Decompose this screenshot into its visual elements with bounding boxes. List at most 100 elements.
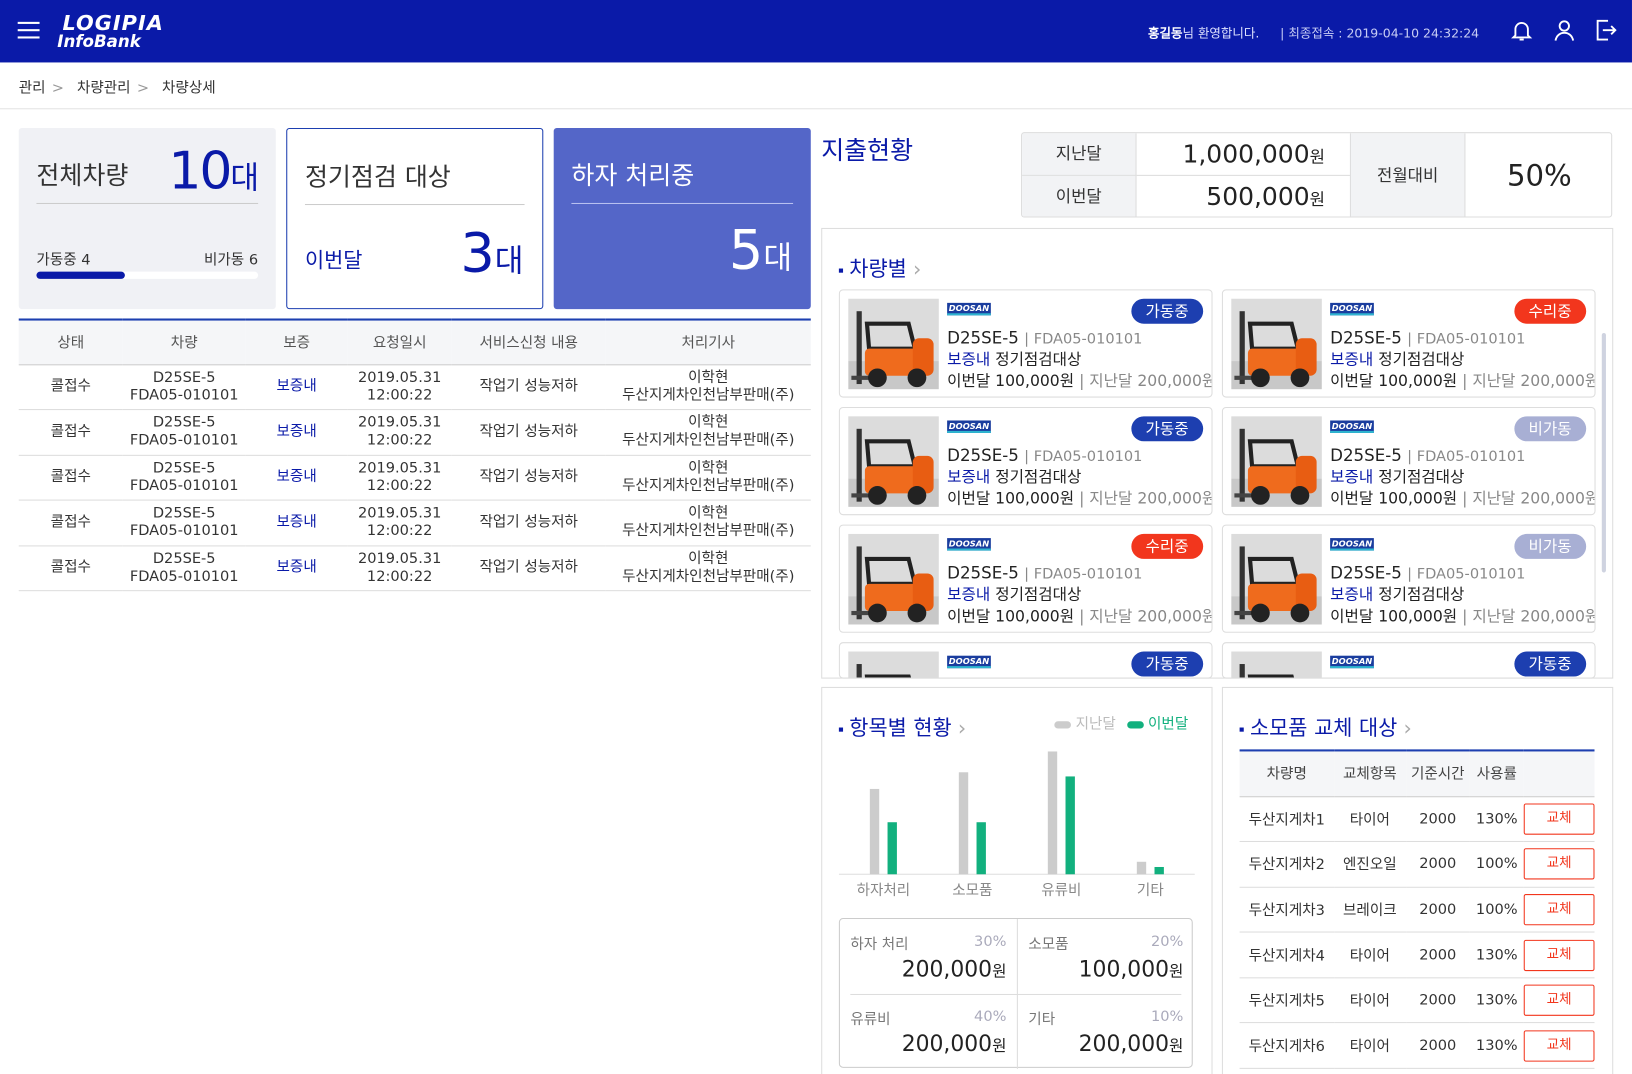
vehicle-model: D25SE-5 | FDA05-010101 <box>1330 327 1526 348</box>
vehicle-costs: 이번달 100,000원 | 지난달 200,000원 <box>1330 489 1596 508</box>
x-tick-label: 소모품 <box>952 882 992 899</box>
vehicle-card[interactable]: DOOSAN 가동중 <box>1221 642 1596 679</box>
vehicle-warranty: 보증내 정기점검대상 <box>947 584 1082 604</box>
vehicle-card[interactable]: DOOSAN 수리중 D25SE-5 | FDA05-010101 보증내 정기… <box>838 524 1213 633</box>
vehicle-warranty: 보증내 정기점검대상 <box>947 467 1082 487</box>
chart-bar <box>1065 776 1075 875</box>
column-header: 상태 <box>18 318 123 365</box>
status-badge: 비가동 <box>1513 416 1587 442</box>
vehicle-section-title[interactable]: 차량별 › <box>839 252 921 282</box>
status-badge: 가동중 <box>1130 298 1204 324</box>
vehicle-card[interactable]: DOOSAN 비가동 D25SE-5 | FDA05-010101 보증내 정기… <box>1221 406 1596 516</box>
card-title: 정기점검 대상 <box>304 162 451 192</box>
this-month-label: 이번달 <box>1022 175 1137 217</box>
vehicle-card[interactable]: DOOSAN 비가동 D25SE-5 | FDA05-010101 보증내 정기… <box>1221 524 1596 633</box>
action-cell: 교체 <box>1523 977 1595 1024</box>
welcome-suffix: 님 환영합니다. <box>1182 26 1260 41</box>
table-row: 두산지게차5 타이어 2000 130% 교체 <box>1239 977 1595 1024</box>
total-vehicles-card: 전체차량 10대 가동중 4 비가동 6 <box>18 128 276 310</box>
inspection-card[interactable]: 정기점검 대상 이번달 3대 <box>286 128 544 310</box>
usage-cell: 100% <box>1469 886 1524 933</box>
vehicle-card[interactable]: DOOSAN 가동중 D25SE-5 | FDA05-010101 보증내 정기… <box>838 406 1213 516</box>
table-row[interactable]: 콜접수 D25SE-5 FDA05-010101 보증내 2019.05.31 12… <box>18 454 811 501</box>
part-item-cell: 타이어 <box>1333 932 1406 979</box>
part-item-cell: 브레이크 <box>1333 886 1406 933</box>
vehicle-card[interactable]: DOOSAN 수리중 D25SE-5 | FDA05-010101 보증내 정기… <box>1221 289 1596 398</box>
action-cell: 교체 <box>1523 796 1595 843</box>
table-row[interactable]: 콜접수 D25SE-5 FDA05-010101 보증내 2019.05.31 12… <box>18 364 811 411</box>
vehicle-image <box>1231 416 1322 507</box>
breadcrumb-current: 차량상세 <box>162 80 216 97</box>
vehicle-cell: D25SE-5 FDA05-010101 <box>122 409 246 456</box>
content-cell: 작업기 성능저하 <box>451 364 606 411</box>
warranty-cell: 보증내 <box>245 364 348 411</box>
vehicle-list-scrollbar[interactable] <box>1601 333 1606 573</box>
legend-swatch-last <box>1054 720 1071 729</box>
datetime-cell: 2019.05.31 12:00:22 <box>347 545 452 592</box>
replace-button[interactable]: 교체 <box>1523 894 1595 926</box>
content-cell: 작업기 성능저하 <box>451 454 606 501</box>
table-row[interactable]: 콜접수 D25SE-5 FDA05-010101 보증내 2019.05.31 12… <box>18 409 811 456</box>
logout-icon[interactable] <box>1593 18 1618 43</box>
breadcrumb-item[interactable]: 차량관리 <box>77 80 131 97</box>
forklift-icon <box>1231 298 1322 390</box>
user-icon[interactable] <box>1552 18 1577 43</box>
vehicle-costs: 이번달 100,000원 | 지난달 200,000원 <box>1330 606 1596 626</box>
brand-logo: DOOSAN <box>947 420 991 433</box>
replace-button[interactable]: 교체 <box>1523 803 1595 835</box>
content-cell: 작업기 성능저하 <box>451 409 606 456</box>
vehicle-image <box>848 533 939 625</box>
action-cell: 교체 <box>1523 886 1595 933</box>
vehicle-warranty: 보증내 정기점검대상 <box>947 349 1082 369</box>
summary-cell: 하자 처리 30% 200,000원 <box>850 933 1007 982</box>
vehicle-card[interactable]: DOOSAN 가동중 D25SE-5 | FDA05-010101 보증내 정기… <box>838 289 1213 398</box>
parts-section-title[interactable]: 소모품 교체 대상 › <box>1240 711 1412 741</box>
forklift-icon <box>1231 416 1322 507</box>
vehicle-card[interactable]: DOOSAN 가동중 <box>838 642 1213 679</box>
defect-card[interactable]: 하자 처리중 5대 <box>553 128 811 310</box>
replace-button[interactable]: 교체 <box>1523 1030 1595 1062</box>
replace-button[interactable]: 교체 <box>1523 939 1595 971</box>
compare-value: 50% <box>1506 158 1572 193</box>
status-cell: 콜접수 <box>18 364 123 411</box>
bell-icon[interactable] <box>1509 18 1534 43</box>
part-item-cell: 타이어 <box>1333 977 1406 1024</box>
technician-cell: 이학현 두산지게차인천남부판매(주) <box>605 500 811 546</box>
vehicle-model: D25SE-5 | FDA05-010101 <box>947 563 1143 583</box>
user-name: 홍길동 <box>1148 26 1183 41</box>
chart-bar <box>887 822 897 875</box>
table-row: 두산지게차3 브레이크 2000 100% 교체 <box>1239 886 1595 933</box>
table-row[interactable]: 콜접수 D25SE-5 FDA05-010101 보증내 2019.05.31 12… <box>18 500 811 546</box>
replace-button[interactable]: 교체 <box>1523 848 1595 880</box>
top-header: LOGIPIA InfoBank 홍길동님 환영합니다. | 최종접속 : 20… <box>0 0 1632 63</box>
items-section-title[interactable]: 항목별 현황 › <box>839 711 966 741</box>
card-title: 전체차량 <box>36 161 129 191</box>
chart-bar <box>1154 866 1164 875</box>
divider <box>0 108 1632 110</box>
action-cell: 교체 <box>1523 932 1595 979</box>
menu-icon[interactable] <box>17 21 40 39</box>
datetime-cell: 2019.05.31 12:00:22 <box>347 409 452 456</box>
forklift-icon <box>848 416 939 507</box>
expense-summary: 지난달 1,000,000원 이번달 500,000원 전월대비 50% <box>1021 132 1613 218</box>
logo-subtext[interactable]: InfoBank <box>57 31 141 51</box>
base-hours-cell: 2000 <box>1405 1023 1470 1069</box>
content-cell: 작업기 성능저하 <box>451 500 606 546</box>
active-progress-bar <box>36 271 259 279</box>
column-header: 교체항목 <box>1333 749 1406 797</box>
column-header: 차량 <box>122 318 246 365</box>
breadcrumb-item[interactable]: 관리 <box>19 80 46 97</box>
vehicle-model: D25SE-5 | FDA05-010101 <box>1330 563 1526 583</box>
replace-button[interactable]: 교체 <box>1523 984 1595 1016</box>
total-count: 10대 <box>168 140 259 201</box>
inspection-count: 3대 <box>460 222 524 286</box>
welcome-message: 홍길동님 환영합니다. <box>1148 24 1259 42</box>
technician-cell: 이학현 두산지게차인천남부판매(주) <box>605 364 811 411</box>
summary-cell: 소모품 20% 100,000원 <box>1016 919 1194 994</box>
part-item-cell: 타이어 <box>1333 1023 1406 1069</box>
status-badge: 가동중 <box>1513 651 1587 677</box>
brand-logo: DOOSAN <box>1330 302 1374 316</box>
table-row[interactable]: 콜접수 D25SE-5 FDA05-010101 보증내 2019.05.31 12… <box>18 545 811 592</box>
parts-table: 차량명 교체항목 기준시간 사용률 두산지게차1 타이어 2000 130% 교… <box>1239 749 1595 1069</box>
column-header: 서비스신청 내용 <box>451 318 606 365</box>
